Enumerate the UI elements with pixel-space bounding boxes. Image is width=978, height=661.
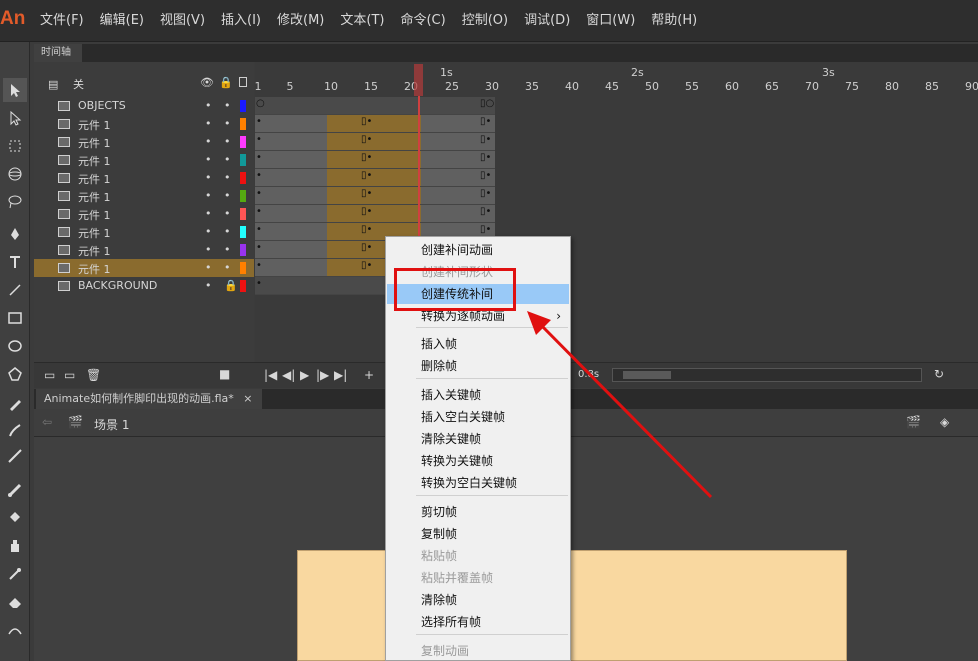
annotation-arrow [527, 311, 713, 499]
